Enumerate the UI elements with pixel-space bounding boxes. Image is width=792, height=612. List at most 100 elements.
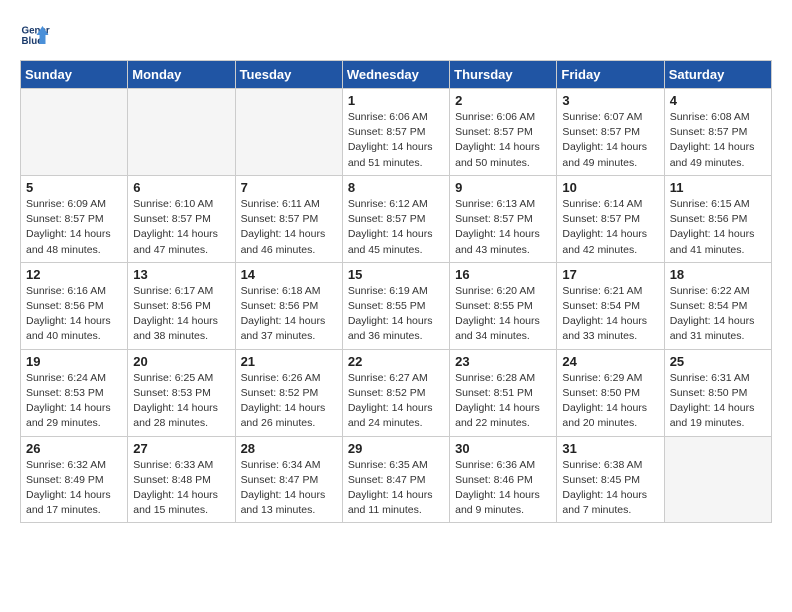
calendar-table: SundayMondayTuesdayWednesdayThursdayFrid… xyxy=(20,60,772,523)
cell-info: Sunrise: 6:11 AM Sunset: 8:57 PM Dayligh… xyxy=(241,197,337,258)
calendar-cell: 23 Sunrise: 6:28 AM Sunset: 8:51 PM Dayli… xyxy=(450,349,557,436)
cell-info: Sunrise: 6:09 AM Sunset: 8:57 PM Dayligh… xyxy=(26,197,122,258)
calendar-cell: 10 Sunrise: 6:14 AM Sunset: 8:57 PM Dayli… xyxy=(557,175,664,262)
cell-info: Sunrise: 6:26 AM Sunset: 8:52 PM Dayligh… xyxy=(241,371,337,432)
day-number: 11 xyxy=(670,180,766,195)
calendar-week-3: 19Sunrise: 6:24 AM Sunset: 8:53 PM Dayli… xyxy=(21,349,772,436)
calendar-week-0: 1 Sunrise: 6:06 AM Sunset: 8:57 PM Daylig… xyxy=(21,89,772,176)
cell-info: Sunrise: 6:18 AM Sunset: 8:56 PM Dayligh… xyxy=(241,284,337,345)
cell-info: Sunrise: 6:21 AM Sunset: 8:54 PM Dayligh… xyxy=(562,284,658,345)
calendar-cell: 1Sunrise: 6:06 AM Sunset: 8:57 PM Daylig… xyxy=(342,89,449,176)
cell-info: Sunrise: 6:20 AM Sunset: 8:55 PM Dayligh… xyxy=(455,284,551,345)
calendar-cell: 27 Sunrise: 6:33 AM Sunset: 8:48 PM Dayli… xyxy=(128,436,235,523)
calendar-cell: 11 Sunrise: 6:15 AM Sunset: 8:56 PM Dayli… xyxy=(664,175,771,262)
cell-info: Sunrise: 6:33 AM Sunset: 8:48 PM Dayligh… xyxy=(133,458,229,519)
day-number: 31 xyxy=(562,441,658,456)
calendar-cell: 3 Sunrise: 6:07 AM Sunset: 8:57 PM Daylig… xyxy=(557,89,664,176)
cell-info: Sunrise: 6:28 AM Sunset: 8:51 PM Dayligh… xyxy=(455,371,551,432)
calendar-week-1: 5 Sunrise: 6:09 AM Sunset: 8:57 PM Daylig… xyxy=(21,175,772,262)
logo: General Blue xyxy=(20,20,54,50)
day-number: 30 xyxy=(455,441,551,456)
calendar-cell: 25Sunrise: 6:31 AM Sunset: 8:50 PM Dayli… xyxy=(664,349,771,436)
cell-info: Sunrise: 6:25 AM Sunset: 8:53 PM Dayligh… xyxy=(133,371,229,432)
day-number: 29 xyxy=(348,441,444,456)
day-number: 5 xyxy=(26,180,122,195)
day-number: 27 xyxy=(133,441,229,456)
calendar-cell: 29 Sunrise: 6:35 AM Sunset: 8:47 PM Dayli… xyxy=(342,436,449,523)
cell-info: Sunrise: 6:31 AM Sunset: 8:50 PM Dayligh… xyxy=(670,371,766,432)
cell-info: Sunrise: 6:34 AM Sunset: 8:47 PM Dayligh… xyxy=(241,458,337,519)
calendar-cell: 22 Sunrise: 6:27 AM Sunset: 8:52 PM Dayli… xyxy=(342,349,449,436)
cell-info: Sunrise: 6:19 AM Sunset: 8:55 PM Dayligh… xyxy=(348,284,444,345)
day-header-monday: Monday xyxy=(128,61,235,89)
calendar-cell xyxy=(128,89,235,176)
calendar-cell: 19Sunrise: 6:24 AM Sunset: 8:53 PM Dayli… xyxy=(21,349,128,436)
day-number: 13 xyxy=(133,267,229,282)
cell-info: Sunrise: 6:32 AM Sunset: 8:49 PM Dayligh… xyxy=(26,458,122,519)
calendar-cell: 8Sunrise: 6:12 AM Sunset: 8:57 PM Daylig… xyxy=(342,175,449,262)
calendar-cell: 18 Sunrise: 6:22 AM Sunset: 8:54 PM Dayli… xyxy=(664,262,771,349)
calendar-cell: 5 Sunrise: 6:09 AM Sunset: 8:57 PM Daylig… xyxy=(21,175,128,262)
cell-info: Sunrise: 6:27 AM Sunset: 8:52 PM Dayligh… xyxy=(348,371,444,432)
calendar-cell: 14 Sunrise: 6:18 AM Sunset: 8:56 PM Dayli… xyxy=(235,262,342,349)
calendar-cell: 20 Sunrise: 6:25 AM Sunset: 8:53 PM Dayli… xyxy=(128,349,235,436)
calendar-cell: 28 Sunrise: 6:34 AM Sunset: 8:47 PM Dayli… xyxy=(235,436,342,523)
day-number: 20 xyxy=(133,354,229,369)
calendar-cell xyxy=(664,436,771,523)
day-number: 28 xyxy=(241,441,337,456)
calendar-cell: 21Sunrise: 6:26 AM Sunset: 8:52 PM Dayli… xyxy=(235,349,342,436)
calendar-cell: 16 Sunrise: 6:20 AM Sunset: 8:55 PM Dayli… xyxy=(450,262,557,349)
cell-info: Sunrise: 6:17 AM Sunset: 8:56 PM Dayligh… xyxy=(133,284,229,345)
calendar-cell: 6Sunrise: 6:10 AM Sunset: 8:57 PM Daylig… xyxy=(128,175,235,262)
day-number: 2 xyxy=(455,93,551,108)
day-number: 3 xyxy=(562,93,658,108)
day-header-saturday: Saturday xyxy=(664,61,771,89)
day-number: 7 xyxy=(241,180,337,195)
cell-info: Sunrise: 6:13 AM Sunset: 8:57 PM Dayligh… xyxy=(455,197,551,258)
day-number: 10 xyxy=(562,180,658,195)
calendar-cell: 7 Sunrise: 6:11 AM Sunset: 8:57 PM Daylig… xyxy=(235,175,342,262)
day-header-tuesday: Tuesday xyxy=(235,61,342,89)
calendar-cell: 17 Sunrise: 6:21 AM Sunset: 8:54 PM Dayli… xyxy=(557,262,664,349)
calendar-cell: 4 Sunrise: 6:08 AM Sunset: 8:57 PM Daylig… xyxy=(664,89,771,176)
day-number: 12 xyxy=(26,267,122,282)
calendar-cell: 31 Sunrise: 6:38 AM Sunset: 8:45 PM Dayli… xyxy=(557,436,664,523)
day-number: 16 xyxy=(455,267,551,282)
day-number: 23 xyxy=(455,354,551,369)
day-number: 6 xyxy=(133,180,229,195)
day-number: 1 xyxy=(348,93,444,108)
calendar-body: 1 Sunrise: 6:06 AM Sunset: 8:57 PM Daylig… xyxy=(21,89,772,523)
cell-info: Sunrise: 6:12 AM Sunset: 8:57 PM Dayligh… xyxy=(348,197,444,258)
day-number: 22 xyxy=(348,354,444,369)
day-header-thursday: Thursday xyxy=(450,61,557,89)
cell-info: Sunrise: 6:07 AM Sunset: 8:57 PM Dayligh… xyxy=(562,110,658,171)
day-number: 24 xyxy=(562,354,658,369)
cell-info: Sunrise: 6:14 AM Sunset: 8:57 PM Dayligh… xyxy=(562,197,658,258)
day-number: 4 xyxy=(670,93,766,108)
cell-info: Sunrise: 6:29 AM Sunset: 8:50 PM Dayligh… xyxy=(562,371,658,432)
calendar-cell: 30 Sunrise: 6:36 AM Sunset: 8:46 PM Dayli… xyxy=(450,436,557,523)
day-number: 26 xyxy=(26,441,122,456)
day-number: 18 xyxy=(670,267,766,282)
day-number: 15 xyxy=(348,267,444,282)
calendar-cell: 13 Sunrise: 6:17 AM Sunset: 8:56 PM Dayli… xyxy=(128,262,235,349)
calendar-cell xyxy=(21,89,128,176)
cell-info: Sunrise: 6:35 AM Sunset: 8:47 PM Dayligh… xyxy=(348,458,444,519)
cell-info: Sunrise: 6:16 AM Sunset: 8:56 PM Dayligh… xyxy=(26,284,122,345)
cell-info: Sunrise: 6:22 AM Sunset: 8:54 PM Dayligh… xyxy=(670,284,766,345)
cell-info: Sunrise: 6:15 AM Sunset: 8:56 PM Dayligh… xyxy=(670,197,766,258)
calendar-header-row: SundayMondayTuesdayWednesdayThursdayFrid… xyxy=(21,61,772,89)
header: General Blue xyxy=(20,20,772,50)
calendar-cell: 12 Sunrise: 6:16 AM Sunset: 8:56 PM Dayli… xyxy=(21,262,128,349)
day-number: 14 xyxy=(241,267,337,282)
cell-info: Sunrise: 6:36 AM Sunset: 8:46 PM Dayligh… xyxy=(455,458,551,519)
cell-info: Sunrise: 6:06 AM Sunset: 8:57 PM Dayligh… xyxy=(455,110,551,171)
cell-info: Sunrise: 6:08 AM Sunset: 8:57 PM Dayligh… xyxy=(670,110,766,171)
logo-icon: General Blue xyxy=(20,20,50,50)
calendar-cell: 2 Sunrise: 6:06 AM Sunset: 8:57 PM Daylig… xyxy=(450,89,557,176)
cell-info: Sunrise: 6:38 AM Sunset: 8:45 PM Dayligh… xyxy=(562,458,658,519)
day-number: 17 xyxy=(562,267,658,282)
day-number: 19 xyxy=(26,354,122,369)
calendar-cell: 26 Sunrise: 6:32 AM Sunset: 8:49 PM Dayli… xyxy=(21,436,128,523)
calendar-week-2: 12 Sunrise: 6:16 AM Sunset: 8:56 PM Dayli… xyxy=(21,262,772,349)
